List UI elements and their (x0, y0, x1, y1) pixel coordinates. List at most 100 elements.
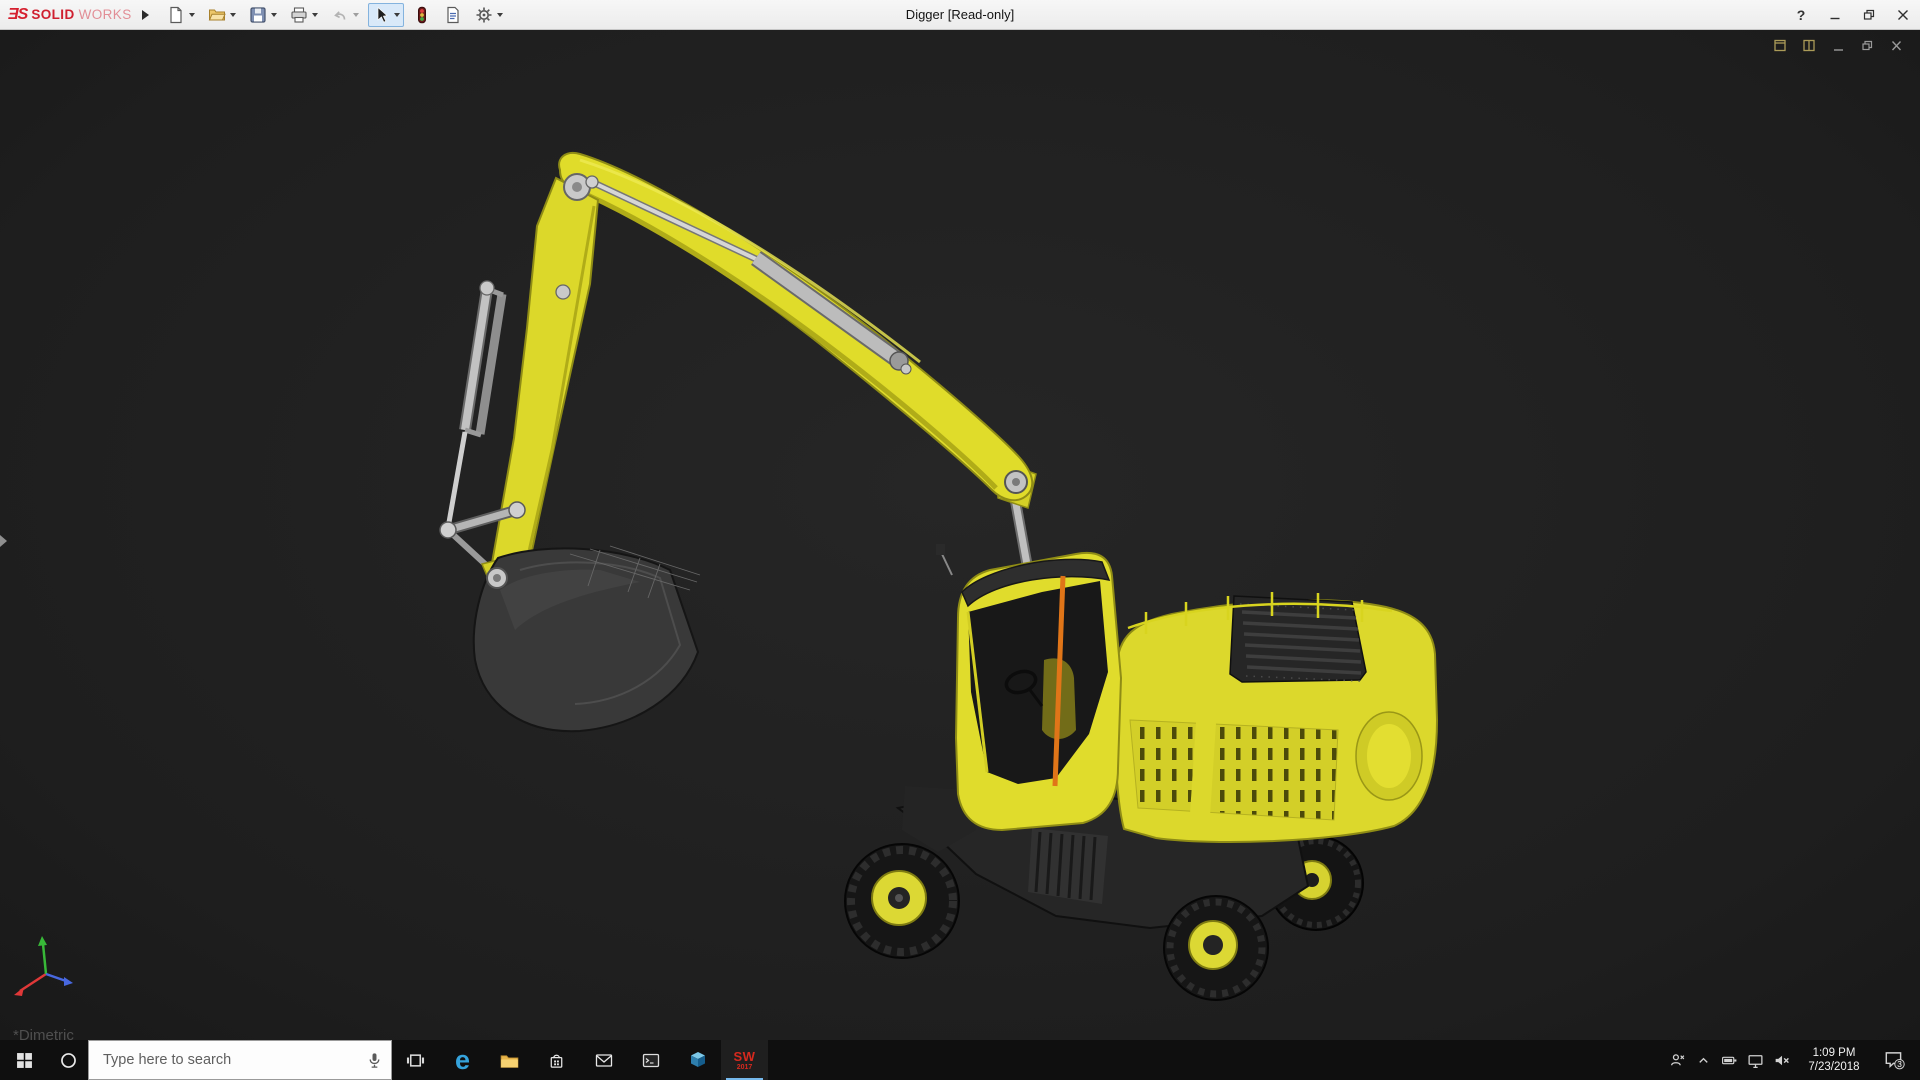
dropdown-caret-icon[interactable] (230, 13, 236, 17)
quick-access-toolbar (163, 3, 507, 27)
doc-close-icon (1890, 40, 1903, 52)
document-window-controls (1770, 37, 1906, 54)
close-icon (1897, 9, 1909, 21)
doc-minimize-button[interactable] (1828, 37, 1848, 54)
dropdown-caret-icon[interactable] (271, 13, 277, 17)
open-folder-icon (208, 6, 226, 24)
windows-taskbar: e SW 2017 (0, 1040, 1920, 1080)
doc-pane-button-a[interactable] (1770, 37, 1790, 54)
mail-button[interactable] (580, 1040, 627, 1080)
solidworks-logo[interactable]: ƎS SOLID WORKS (8, 6, 132, 24)
volume-button[interactable] (1768, 1040, 1794, 1080)
volume-muted-icon (1773, 1052, 1790, 1069)
microphone-icon[interactable] (366, 1052, 383, 1074)
new-document-icon (167, 6, 185, 24)
digger-model[interactable] (0, 30, 1920, 1040)
notification-badge: 3 (1897, 1060, 1902, 1069)
hidden-icons-button[interactable] (1690, 1040, 1716, 1080)
edge-icon: e (455, 1047, 470, 1074)
action-center-button[interactable]: 3 (1874, 1040, 1914, 1080)
doc-pane-button-b[interactable] (1799, 37, 1819, 54)
solidworks-2017-button[interactable]: SW 2017 (721, 1040, 768, 1080)
undo-button[interactable] (327, 3, 363, 27)
dropdown-caret-icon[interactable] (312, 13, 318, 17)
taskbar-search-box[interactable] (88, 1040, 392, 1080)
taskbar-pinned-apps: e SW 2017 (392, 1040, 768, 1080)
digger-front-right-wheel[interactable] (1164, 896, 1268, 1000)
battery-button[interactable] (1716, 1040, 1742, 1080)
document-pane-icon (1802, 39, 1817, 52)
windows-logo-icon (16, 1052, 33, 1069)
panel-expand-arrow-icon[interactable] (0, 535, 7, 547)
menubar-expand-arrow-icon[interactable] (142, 10, 149, 20)
help-button[interactable]: ? (1784, 0, 1818, 30)
digger-side-vents (1130, 720, 1338, 820)
edge-button[interactable]: e (439, 1040, 486, 1080)
restore-icon (1863, 9, 1875, 21)
select-tool-button[interactable] (368, 3, 404, 27)
network-button[interactable] (1742, 1040, 1768, 1080)
action-center-icon: 3 (1883, 1049, 1905, 1071)
digger-dipper-arm[interactable] (489, 178, 598, 588)
dropdown-caret-icon[interactable] (353, 13, 359, 17)
print-icon (290, 6, 308, 24)
doc-minimize-icon (1832, 40, 1845, 52)
battery-icon (1721, 1052, 1738, 1069)
digger-front-left-wheel[interactable] (845, 844, 959, 958)
solidworks-window: ƎS SOLID WORKS (0, 0, 1920, 1080)
file-explorer-button[interactable] (486, 1040, 533, 1080)
dropdown-caret-icon[interactable] (497, 13, 503, 17)
network-icon (1747, 1052, 1764, 1069)
new-document-button[interactable] (163, 3, 199, 27)
select-cursor-icon (372, 6, 390, 24)
print-button[interactable] (286, 3, 322, 27)
dropdown-caret-icon[interactable] (394, 13, 400, 17)
save-button[interactable] (245, 3, 281, 27)
doc-close-button[interactable] (1886, 37, 1906, 54)
document-pane-icon (1773, 39, 1788, 52)
digger-bucket-cylinder[interactable] (448, 289, 503, 528)
open-button[interactable] (204, 3, 240, 27)
digger-bucket[interactable] (474, 546, 700, 731)
search-input[interactable] (101, 1051, 345, 1069)
orientation-triad (14, 936, 73, 996)
digger-boom[interactable] (559, 153, 1036, 508)
brand-text-works: WORKS (79, 7, 132, 22)
doc-restore-button[interactable] (1857, 37, 1877, 54)
file-properties-icon (444, 6, 462, 24)
ds-logo-icon: ƎS (8, 6, 27, 24)
graphics-viewport[interactable]: *Dimetric (0, 30, 1920, 1040)
cortana-ring-icon (59, 1051, 78, 1070)
undo-icon (331, 6, 349, 24)
rebuild-button[interactable] (409, 3, 435, 27)
close-button[interactable] (1886, 0, 1920, 30)
store-button[interactable] (533, 1040, 580, 1080)
command-prompt-icon (641, 1051, 661, 1070)
solidworks-2017-icon: SW 2017 (734, 1050, 756, 1071)
edrawings-button[interactable] (674, 1040, 721, 1080)
file-explorer-icon (499, 1051, 520, 1070)
people-button[interactable] (1664, 1040, 1690, 1080)
system-tray: 1:09 PM 7/23/2018 3 (1664, 1040, 1920, 1080)
rebuild-traffic-light-icon (413, 6, 431, 24)
cube-app-icon (688, 1050, 708, 1070)
start-button[interactable] (0, 1040, 48, 1080)
mail-icon (594, 1051, 614, 1069)
file-properties-button[interactable] (440, 3, 466, 27)
digger-body[interactable] (1115, 592, 1437, 842)
task-view-icon (406, 1051, 425, 1070)
maximize-button[interactable] (1852, 0, 1886, 30)
command-prompt-button[interactable] (627, 1040, 674, 1080)
dropdown-caret-icon[interactable] (189, 13, 195, 17)
people-icon (1669, 1052, 1686, 1069)
task-view-button[interactable] (392, 1040, 439, 1080)
digger-cab[interactable] (902, 544, 1121, 852)
options-button[interactable] (471, 3, 507, 27)
brand-text-solid: SOLID (31, 7, 74, 22)
window-title: Digger [Read-only] (906, 7, 1014, 22)
cortana-button[interactable] (48, 1040, 88, 1080)
minimize-button[interactable] (1818, 0, 1852, 30)
view-orientation-label: *Dimetric (13, 1027, 74, 1040)
clock[interactable]: 1:09 PM 7/23/2018 (1794, 1046, 1874, 1074)
chevron-up-icon (1696, 1053, 1711, 1068)
